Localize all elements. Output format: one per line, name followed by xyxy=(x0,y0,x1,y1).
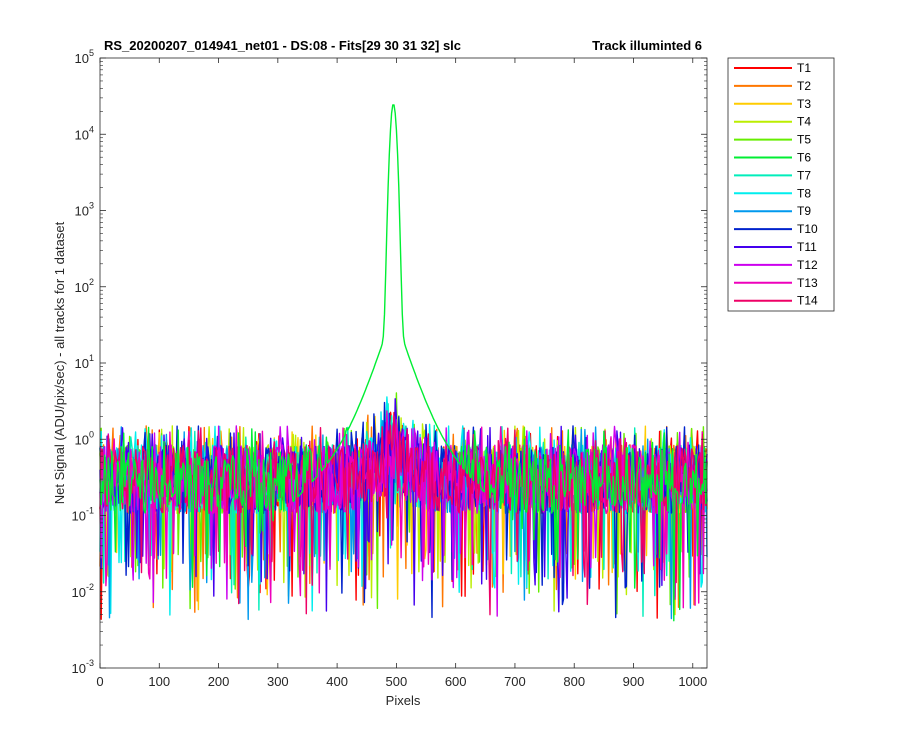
legend-label: T6 xyxy=(797,151,811,165)
legend-label: T13 xyxy=(797,276,818,290)
legend-label: T3 xyxy=(797,97,811,111)
plot-lines xyxy=(99,104,708,622)
legend-label: T1 xyxy=(797,61,811,75)
chart-title-left: RS_20200207_014941_net01 - DS:08 - Fits[… xyxy=(104,38,461,53)
legend-label: T11 xyxy=(797,240,817,254)
y-tick-label: 104 xyxy=(75,124,94,142)
x-tick-label: 500 xyxy=(386,674,408,689)
chart: 0 100 200 300 400 500 600 700 800 900 1000 10-3 10-… xyxy=(52,38,835,708)
y-tick-label: 10-1 xyxy=(72,506,94,524)
legend-label: T4 xyxy=(797,115,811,129)
x-tick-label: 600 xyxy=(445,674,467,689)
legend-box xyxy=(727,57,835,312)
legend-label: T7 xyxy=(797,168,811,182)
legend-label: T9 xyxy=(797,204,811,218)
legend-label: T8 xyxy=(797,186,811,200)
y-tick-label: 103 xyxy=(75,201,94,219)
legend-label: T5 xyxy=(797,133,811,147)
legend-label: T14 xyxy=(797,294,818,308)
y-tick-label: 102 xyxy=(75,277,94,295)
x-tick-label: 200 xyxy=(208,674,230,689)
y-tick-label: 101 xyxy=(75,353,94,371)
y-tick-label: 10-3 xyxy=(72,658,94,676)
chart-title-right: Track illuminted 6 xyxy=(592,38,702,53)
legend-label: T2 xyxy=(797,79,811,93)
y-tick-label: 105 xyxy=(75,48,94,66)
legend-label: T10 xyxy=(797,222,818,236)
x-tick-label: 900 xyxy=(623,674,645,689)
x-tick-label: 0 xyxy=(96,674,103,689)
y-axis-label: Net Signal (ADU/pix/sec) - all tracks fo… xyxy=(52,221,67,504)
x-axis-label: Pixels xyxy=(386,693,421,708)
x-tick-label: 400 xyxy=(326,674,348,689)
y-tick-label: 100 xyxy=(75,429,94,447)
x-tick-label: 700 xyxy=(504,674,526,689)
legend-label: T12 xyxy=(797,258,818,272)
x-tick-label: 1000 xyxy=(678,674,707,689)
x-tick-label: 800 xyxy=(563,674,585,689)
x-tick-label: 100 xyxy=(148,674,170,689)
legend: T1 T2 T3 T4 T5 T6 T7 T8 T9 T10 T11 T12 T13 T14 xyxy=(727,57,835,312)
y-tick-label: 10-2 xyxy=(72,582,94,600)
x-tick-label: 300 xyxy=(267,674,289,689)
